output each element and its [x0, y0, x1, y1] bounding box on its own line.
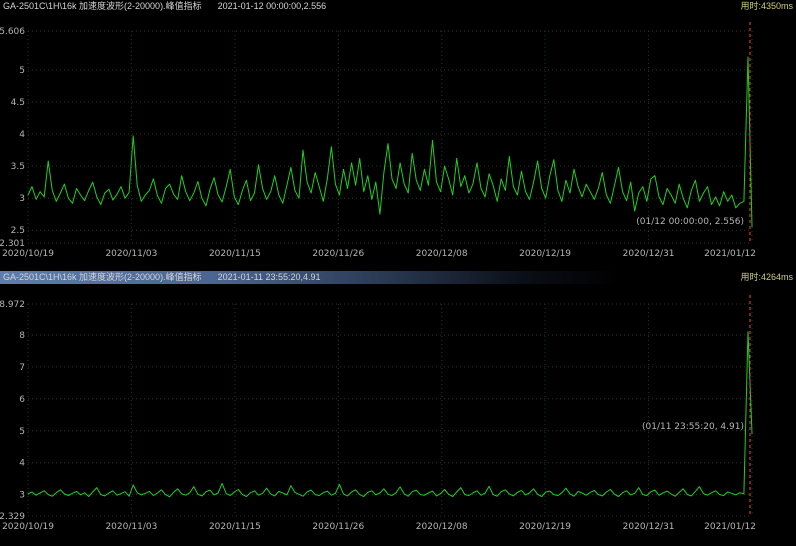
y-tick-label: 8.972	[0, 300, 25, 310]
top-chart-plot[interactable]: 5.606 5 4.5 4 3.5 3 2.5 2.3012020/10/19 2020/11/…	[0, 13, 796, 271]
y-tick-label: 3	[19, 194, 25, 204]
y-tick-label: 8	[19, 331, 25, 341]
y-tick-label: 5.606	[0, 27, 25, 37]
x-tick-label: 2020/12/08	[416, 522, 468, 532]
x-tick-label: 2020/11/03	[105, 249, 157, 259]
y-tick-label: 5	[19, 66, 25, 76]
x-tick-label: 2021/01/12	[704, 522, 756, 532]
elapsed-time: 用时:4264ms	[740, 271, 793, 284]
curve-title: GA-2501C\1H\16k 加速度波形(2-20000).峰值指标	[3, 271, 202, 284]
y-tick-label: 2.301	[0, 239, 25, 249]
series-line	[28, 57, 752, 227]
x-tick-label: 2020/12/31	[623, 522, 675, 532]
y-tick-label: 7	[19, 363, 25, 373]
curve-timestamp: 2021-01-12 00:00:00,2.556	[218, 0, 327, 13]
y-tick-label: 4	[19, 459, 25, 469]
cursor-annotation: (01/12 00:00:00, 2.556)	[636, 217, 744, 227]
bottom-chart-plot[interactable]: 8.972 8 7 6 5 4 3 2.3292020/10/19 2020/11/03 2020…	[0, 284, 796, 546]
curve-timestamp: 2021-01-11 23:55:20,4.91	[218, 271, 321, 284]
y-tick-label: 5	[19, 427, 25, 437]
x-tick-label: 2020/12/19	[519, 249, 571, 259]
x-tick-label: 2020/11/15	[209, 522, 261, 532]
x-tick-label: 2020/10/19	[2, 522, 54, 532]
y-tick-label: 3.5	[11, 162, 25, 172]
trend-viewer-window: GA-2501C\1H\16k 加速度波形(2-20000).峰值指标 2021…	[0, 0, 796, 546]
x-tick-label: 2020/12/31	[623, 249, 675, 259]
x-tick-label: 2020/11/26	[312, 249, 364, 259]
x-tick-label: 2020/12/19	[519, 522, 571, 532]
curve-header-selected[interactable]: GA-2501C\1H\16k 加速度波形(2-20000).峰值指标 2021…	[0, 271, 796, 284]
y-tick-label: 3	[19, 491, 25, 501]
curve-title: GA-2501C\1H\16k 加速度波形(2-20000).峰值指标	[3, 0, 202, 13]
x-tick-label: 2020/11/15	[209, 249, 261, 259]
curve-header-top[interactable]: GA-2501C\1H\16k 加速度波形(2-20000).峰值指标 2021…	[0, 0, 796, 13]
x-tick-label: 2020/12/08	[416, 249, 468, 259]
y-tick-label: 4.5	[11, 98, 25, 108]
y-tick-label: 2.329	[0, 512, 25, 522]
cursor-annotation: (01/11 23:55:20, 4.91)	[642, 422, 744, 432]
elapsed-time: 用时:4350ms	[740, 0, 793, 13]
y-tick-label: 6	[19, 395, 25, 405]
x-tick-label: 2020/11/26	[312, 522, 364, 532]
x-tick-label: 2021/01/12	[704, 249, 756, 259]
y-tick-label: 4	[19, 130, 25, 140]
series-line	[28, 332, 752, 497]
x-tick-label: 2020/10/19	[2, 249, 54, 259]
y-tick-label: 2.5	[11, 226, 25, 236]
x-tick-label: 2020/11/03	[105, 522, 157, 532]
